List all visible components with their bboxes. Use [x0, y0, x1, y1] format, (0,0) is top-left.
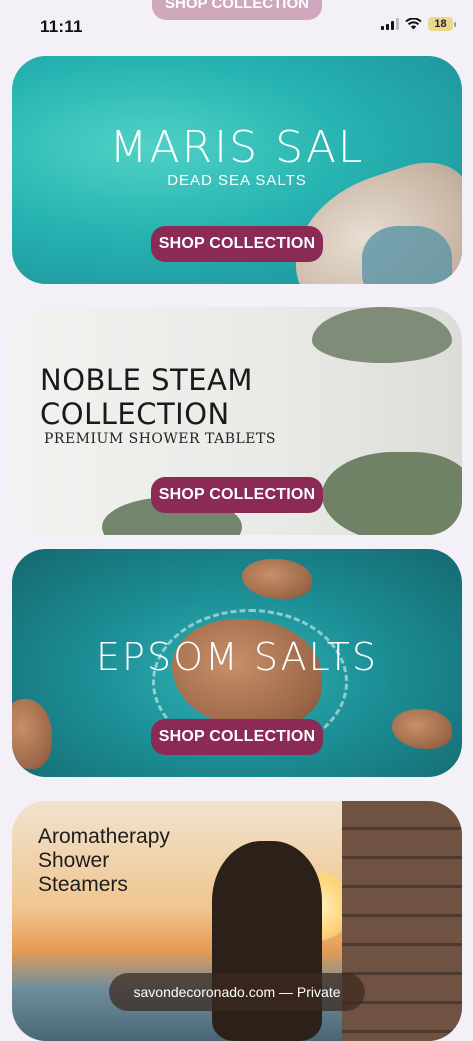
status-time: 11:11	[40, 17, 83, 36]
wood-wall-image	[342, 801, 462, 1041]
battery-icon: 18	[428, 17, 456, 31]
shop-collection-button[interactable]: SHOP COLLECTION	[151, 226, 323, 262]
eucalyptus-leaf-image	[312, 307, 452, 363]
epsom-salts-card[interactable]: EPSOM SALTS SHOP COLLECTION	[12, 549, 462, 777]
card-subtitle: DEAD SEA SALTS	[167, 172, 307, 189]
shop-collection-button[interactable]: SHOP COLLECTION	[151, 477, 323, 513]
wifi-icon	[405, 18, 422, 30]
card-title-line: Shower	[38, 849, 110, 872]
url-bar[interactable]: savondecoronado.com — Private	[109, 973, 365, 1011]
card-title-line: Aromatherapy	[38, 825, 170, 848]
coast-rock-image	[392, 709, 452, 749]
salt-pool-image	[362, 226, 452, 284]
card-title: EPSOM SALTS	[96, 635, 378, 679]
card-title-line: COLLECTION	[40, 397, 230, 431]
noble-steam-card[interactable]: NOBLE STEAM COLLECTION PREMIUM SHOWER TA…	[12, 307, 462, 535]
card-title: MARIS SAL	[109, 122, 365, 173]
card-title-line: Steamers	[38, 873, 128, 896]
coast-rock-image	[242, 559, 312, 599]
card-title-line: NOBLE STEAM	[40, 363, 253, 397]
card-subtitle: PREMIUM SHOWER TABLETS	[44, 431, 276, 447]
maris-sal-card[interactable]: MARIS SAL DEAD SEA SALTS SHOP COLLECTION	[12, 56, 462, 284]
coast-rock-image	[12, 699, 52, 769]
shop-collection-button[interactable]: SHOP COLLECTION	[151, 719, 323, 755]
person-silhouette-image	[212, 841, 322, 1041]
card-title: Aromatherapy Shower Steamers	[38, 825, 170, 897]
status-bar: 11:11 18	[0, 0, 473, 50]
eucalyptus-leaf-image	[322, 452, 462, 535]
cellular-signal-icon	[381, 18, 399, 30]
card-title: NOBLE STEAM COLLECTION	[40, 363, 253, 431]
status-icons: 18	[381, 17, 456, 31]
